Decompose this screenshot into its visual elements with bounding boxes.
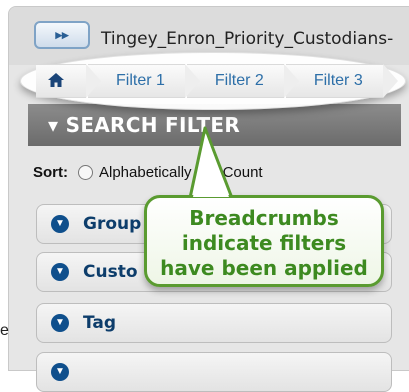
sort-options: Sort: Alphabetically Count [33, 164, 263, 181]
facet-partial[interactable]: ▼ [36, 352, 392, 392]
expand-circle-icon: ▼ [51, 263, 69, 281]
double-arrow-icon: ▸▸ [55, 27, 69, 42]
facet-label: Custo [83, 262, 138, 282]
search-filter-label: SEARCH FILTER [65, 113, 241, 137]
sort-label: Sort: [33, 164, 68, 181]
expand-circle-icon: ▼ [51, 215, 69, 233]
callout-text: Breadcrumbs indicate filters have been a… [160, 206, 368, 280]
facet-label: Tag [83, 313, 117, 333]
breadcrumb-item-filter-2[interactable]: Filter 2 [186, 64, 299, 98]
callout-box: Breadcrumbs indicate filters have been a… [144, 195, 384, 287]
breadcrumb-item-filter-1[interactable]: Filter 1 [88, 64, 200, 98]
facet-label: Group [83, 214, 142, 234]
breadcrumb: Filter 1 Filter 2 Filter 3 [36, 64, 398, 98]
partial-text: e [0, 322, 9, 339]
search-filter-heading[interactable]: ▾ SEARCH FILTER [48, 113, 240, 137]
expand-circle-icon: ▼ [51, 363, 69, 381]
sort-count-label: Count [222, 164, 263, 181]
sort-count-radio[interactable] [201, 165, 217, 180]
expand-panel-button[interactable]: ▸▸ [34, 21, 90, 49]
panel-title: Tingey_Enron_Priority_Custodians- [101, 29, 394, 49]
breadcrumb-item-filter-3[interactable]: Filter 3 [285, 64, 398, 98]
facet-tag[interactable]: ▼ Tag [36, 303, 392, 343]
sort-alphabetically-label: Alphabetically [99, 164, 192, 181]
collapse-arrow-icon: ▾ [48, 113, 59, 137]
sort-alphabetically-radio[interactable] [78, 165, 93, 180]
home-icon [48, 73, 64, 87]
breadcrumb-home[interactable] [36, 64, 101, 98]
expand-circle-icon: ▼ [51, 314, 69, 332]
